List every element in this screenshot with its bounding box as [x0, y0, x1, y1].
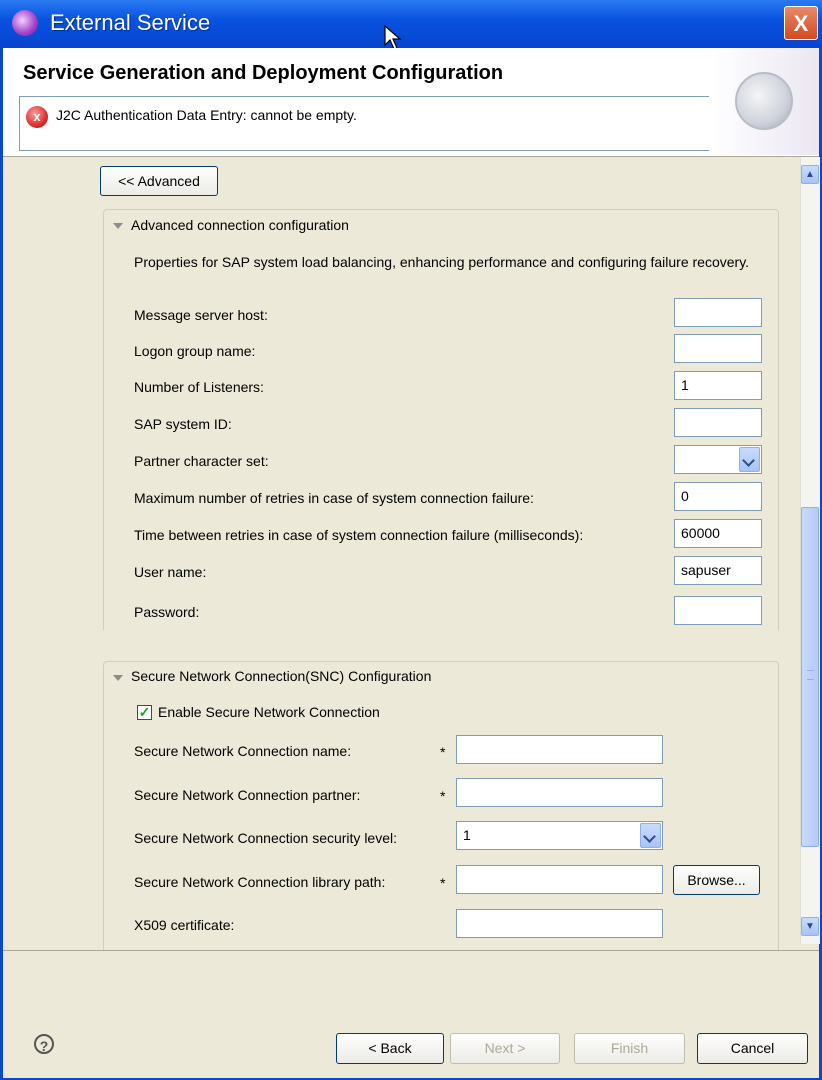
vertical-scrollbar[interactable]: ▲ ▼ — [800, 157, 820, 944]
snc-section-title[interactable]: Secure Network Connection(SNC) Configura… — [131, 668, 431, 684]
x509-certificate-input[interactable] — [456, 909, 663, 938]
logon-group-name-input[interactable] — [674, 334, 762, 363]
snc-partner-input[interactable] — [456, 778, 663, 807]
max-retries-label: Maximum number of retries in case of sys… — [134, 490, 534, 506]
x509-certificate-label: X509 certificate: — [134, 917, 235, 933]
browse-button[interactable]: Browse... — [673, 865, 760, 895]
page-title: Service Generation and Deployment Config… — [23, 62, 504, 84]
retry-interval-input[interactable]: 60000 — [674, 519, 762, 548]
number-of-listeners-input[interactable]: 1 — [674, 371, 762, 400]
enable-snc-label[interactable]: Enable Secure Network Connection — [158, 704, 380, 720]
required-marker: * — [440, 744, 446, 760]
snc-name-input[interactable] — [456, 735, 663, 764]
required-marker: * — [440, 788, 446, 804]
grip-icon — [807, 670, 814, 680]
message-area: x J2C Authentication Data Entry: cannot … — [19, 96, 711, 151]
snc-security-level-label: Secure Network Connection security level… — [134, 830, 398, 846]
password-input[interactable] — [674, 596, 762, 625]
collapse-twisty-icon[interactable] — [113, 223, 123, 229]
password-label: Password: — [134, 604, 200, 620]
collapse-twisty-icon[interactable] — [113, 675, 123, 681]
scrollbar-thumb[interactable] — [801, 507, 819, 847]
enable-snc-checkbox[interactable]: ✓ — [137, 705, 152, 720]
number-of-listeners-label: Number of Listeners: — [134, 379, 264, 395]
max-retries-input[interactable]: 0 — [674, 482, 762, 511]
sap-system-id-label: SAP system ID: — [134, 416, 232, 432]
advanced-section-title[interactable]: Advanced connection configuration — [131, 217, 349, 233]
wizard-disc-icon — [735, 72, 793, 130]
snc-partner-label: Secure Network Connection partner: — [134, 787, 361, 803]
partner-character-set-label: Partner character set: — [134, 453, 269, 469]
user-name-input[interactable]: sapuser — [674, 556, 762, 585]
snc-security-level-value: 1 — [463, 827, 471, 843]
app-icon — [12, 10, 38, 36]
wizard-banner-graphic — [709, 48, 819, 155]
required-marker: * — [440, 875, 446, 891]
error-message: J2C Authentication Data Entry: cannot be… — [56, 107, 357, 123]
message-server-host-input[interactable] — [674, 298, 762, 327]
snc-security-level-select[interactable]: 1 — [456, 821, 663, 850]
sap-system-id-input[interactable] — [674, 408, 762, 437]
title-bar[interactable]: External Service X — [0, 0, 822, 48]
message-server-host-label: Message server host: — [134, 307, 268, 323]
back-button[interactable]: < Back — [336, 1033, 444, 1064]
snc-library-path-input[interactable] — [456, 865, 663, 894]
scroll-up-arrow-icon[interactable]: ▲ — [801, 165, 819, 184]
logon-group-name-label: Logon group name: — [134, 343, 256, 359]
scroll-down-arrow-icon[interactable]: ▼ — [801, 917, 819, 936]
retry-interval-label: Time between retries in case of system c… — [134, 527, 584, 543]
chevron-down-icon[interactable] — [739, 447, 760, 472]
finish-button[interactable]: Finish — [574, 1033, 685, 1064]
help-icon[interactable]: ? — [34, 1034, 54, 1054]
user-name-label: User name: — [134, 564, 207, 580]
snc-name-label: Secure Network Connection name: — [134, 743, 352, 759]
close-button[interactable]: X — [784, 6, 818, 40]
advanced-toggle-button[interactable]: << Advanced — [100, 166, 218, 196]
wizard-header: Service Generation and Deployment Config… — [3, 48, 819, 157]
cancel-button[interactable]: Cancel — [697, 1033, 808, 1064]
scrollable-content: << Advanced Advanced connection configur… — [3, 157, 800, 950]
chevron-down-icon[interactable] — [640, 823, 661, 848]
advanced-section-description: Properties for SAP system load balancing… — [134, 254, 750, 270]
snc-library-path-label: Secure Network Connection library path: — [134, 874, 386, 890]
next-button[interactable]: Next > — [450, 1033, 560, 1064]
error-icon: x — [26, 106, 48, 128]
partner-character-set-select[interactable] — [674, 445, 762, 474]
window-title: External Service — [50, 10, 211, 35]
